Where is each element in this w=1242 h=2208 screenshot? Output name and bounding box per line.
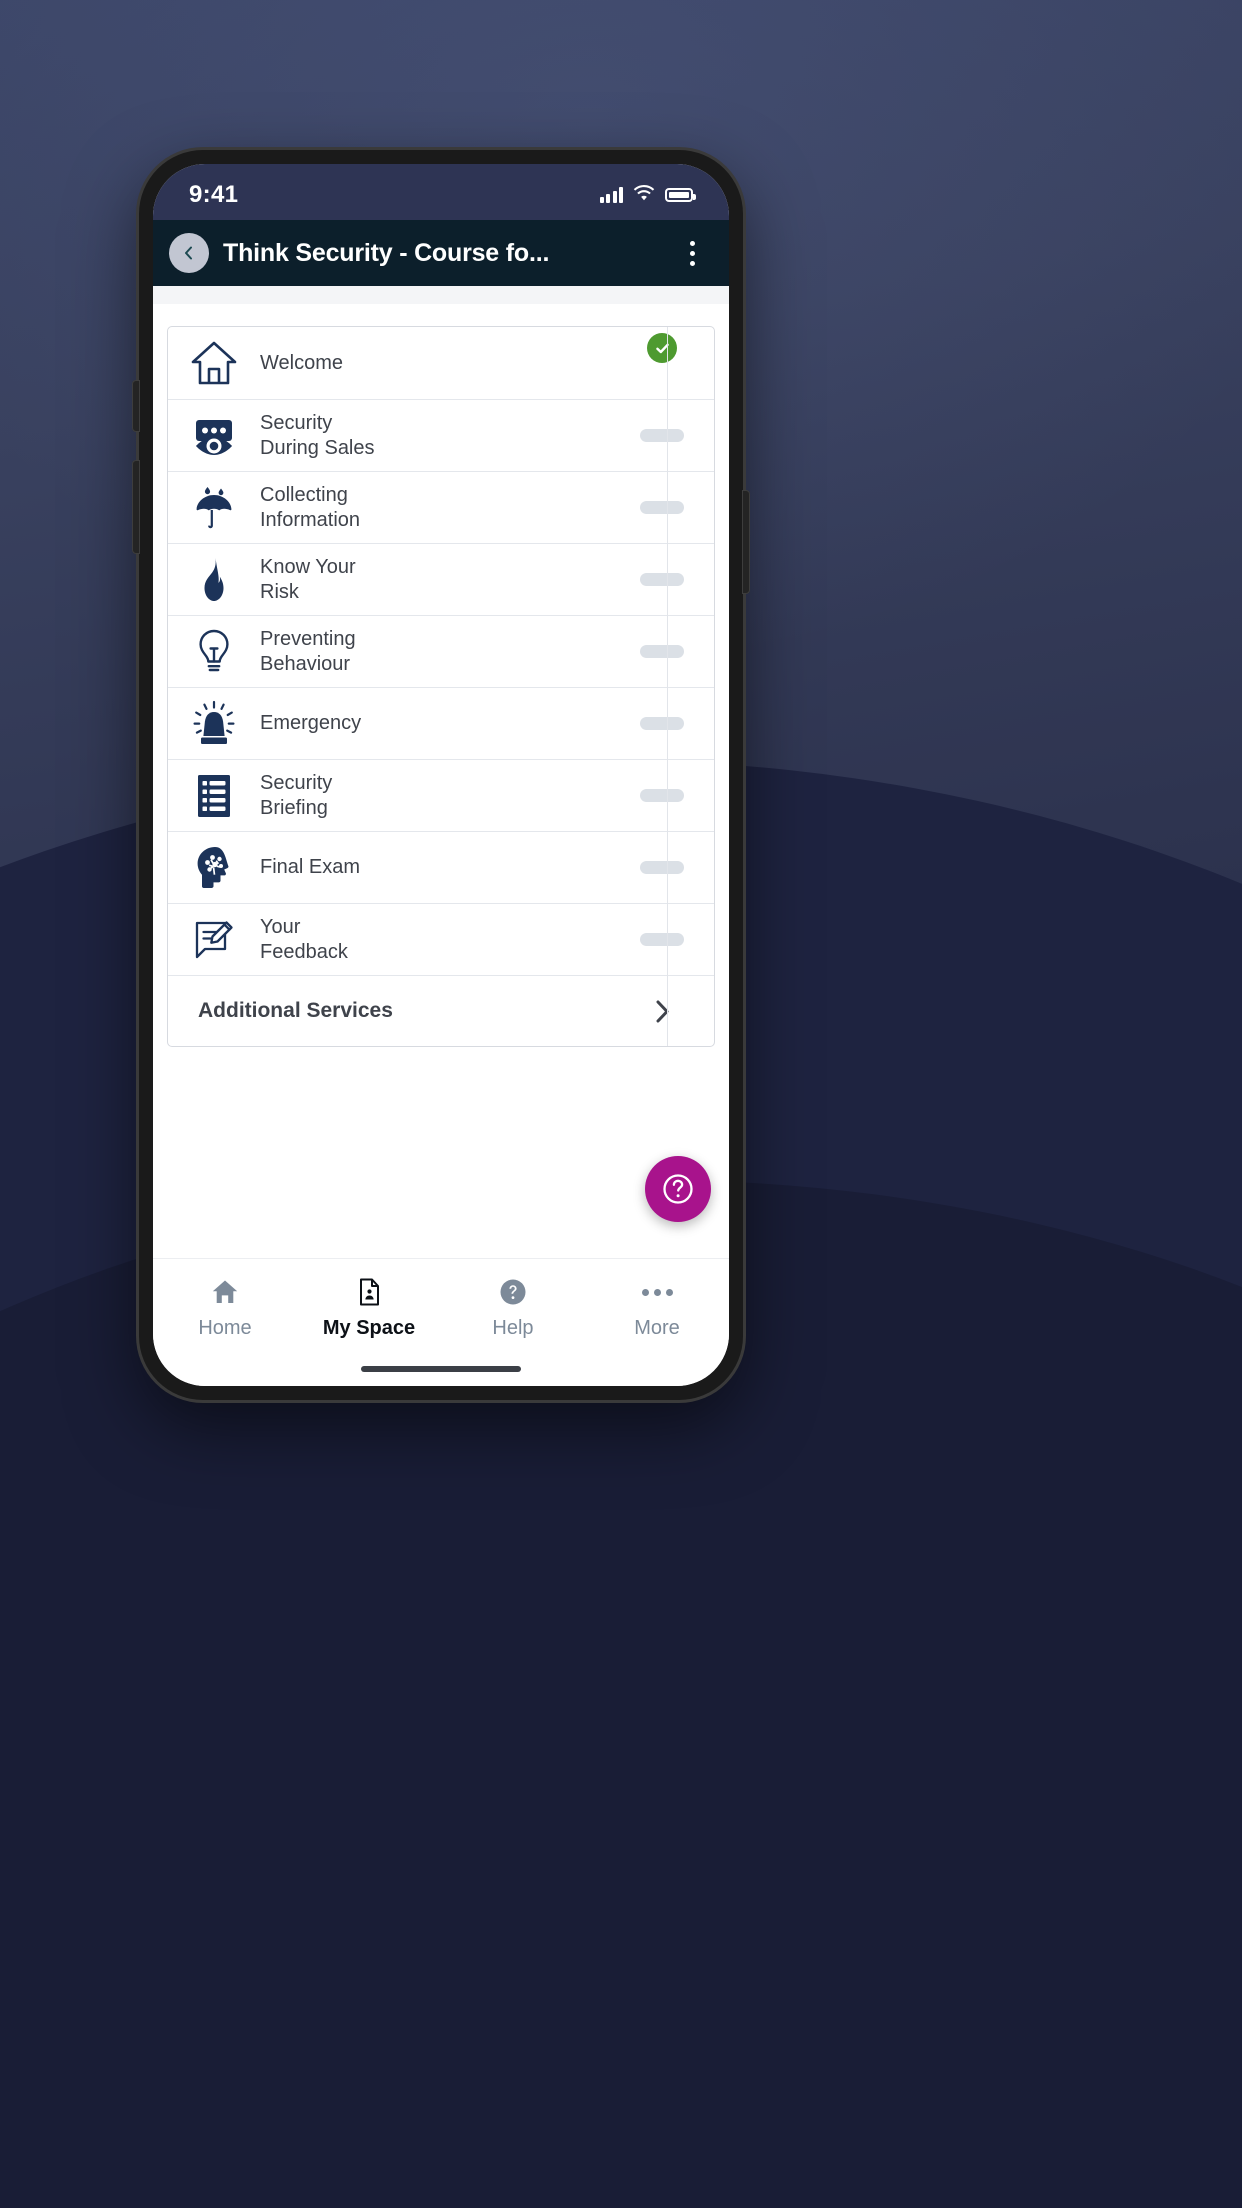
- nav-item-help[interactable]: Help: [441, 1275, 585, 1340]
- status-badge: [618, 789, 714, 802]
- status-badge: [618, 501, 714, 514]
- phone-button-power[interactable]: [742, 490, 750, 594]
- umbrella-rain-icon: [168, 482, 260, 534]
- status-badge: [618, 333, 714, 393]
- list-item[interactable]: Emergency: [168, 688, 714, 760]
- home-icon: [210, 1275, 240, 1309]
- list-item-label: Emergency: [260, 712, 362, 734]
- head-brain-icon: [168, 842, 260, 894]
- status-badge: [618, 645, 714, 658]
- nav-item-home[interactable]: Home: [153, 1275, 297, 1340]
- chevron-right-icon: [618, 999, 714, 1024]
- status-badge: [618, 429, 714, 442]
- lightbulb-icon: [168, 626, 260, 678]
- list-item-label: Welcome: [260, 351, 343, 374]
- wallpaper-backdrop: 9:41 Think Security - Course fo... Welco…: [0, 0, 1242, 2208]
- chevron-left-icon: [181, 245, 197, 261]
- list-item[interactable]: Know Your Risk: [168, 544, 714, 616]
- status-badge: [618, 573, 714, 586]
- nav-label: My Space: [322, 1317, 416, 1339]
- nav-label: More: [634, 1317, 680, 1339]
- list-item[interactable]: Final Exam: [168, 832, 714, 904]
- list-item-label: Security During Sales: [260, 411, 375, 459]
- status-badge: [618, 933, 714, 946]
- siren-beacon-icon: [168, 698, 260, 750]
- status-badge: [618, 861, 714, 874]
- ellipsis-icon: [641, 1275, 673, 1309]
- help-fab-button[interactable]: [645, 1156, 711, 1222]
- phone-button-silent[interactable]: [132, 380, 140, 432]
- phone-screen: 9:41 Think Security - Course fo... Welco…: [153, 164, 729, 1386]
- list-item[interactable]: Preventing Behaviour: [168, 616, 714, 688]
- course-module-list: Welcome Security During Sales Collecting…: [167, 326, 715, 1047]
- progress-pill: [640, 789, 684, 802]
- list-item-label: Your Feedback: [260, 915, 348, 963]
- list-item[interactable]: Your Feedback: [168, 904, 714, 976]
- list-item[interactable]: Welcome: [168, 327, 714, 400]
- list-item[interactable]: Collecting Information: [168, 472, 714, 544]
- kebab-menu-icon[interactable]: [675, 233, 709, 273]
- checklist-icon: [168, 770, 260, 822]
- progress-pill: [640, 501, 684, 514]
- progress-pill: [640, 717, 684, 730]
- eye-password-icon: [168, 410, 260, 462]
- signal-bars-icon: [599, 187, 623, 203]
- check-circle-icon: [647, 333, 677, 363]
- home-indicator-bar[interactable]: [361, 1366, 521, 1372]
- status-bar-clock: 9:41: [189, 181, 239, 208]
- house-icon: [168, 337, 260, 389]
- battery-full-icon: [665, 188, 696, 202]
- list-item[interactable]: Security During Sales: [168, 400, 714, 472]
- back-button[interactable]: [169, 233, 209, 273]
- nav-item-more[interactable]: More: [585, 1275, 729, 1340]
- list-item-label: Security Briefing: [260, 771, 333, 819]
- phone-button-volume[interactable]: [132, 460, 140, 554]
- list-item-label: Know Your Risk: [260, 555, 356, 603]
- status-badge: [618, 717, 714, 730]
- feedback-pencil-icon: [168, 914, 260, 966]
- app-content-area: Welcome Security During Sales Collecting…: [153, 286, 729, 1258]
- id-document-icon: [354, 1275, 384, 1309]
- progress-pill: [640, 573, 684, 586]
- status-bar: 9:41: [153, 164, 729, 220]
- list-item-label: Preventing Behaviour: [260, 627, 356, 675]
- status-bar-icons: [599, 184, 696, 206]
- nav-label: Help: [492, 1317, 534, 1339]
- nav-item-my-space[interactable]: My Space: [297, 1275, 441, 1340]
- app-header-bar: Think Security - Course fo...: [153, 220, 729, 286]
- additional-services-row[interactable]: Additional Services: [168, 976, 714, 1046]
- wifi-icon: [633, 184, 655, 206]
- content-sheet: Welcome Security During Sales Collecting…: [153, 304, 729, 1258]
- list-item[interactable]: Security Briefing: [168, 760, 714, 832]
- nav-label: Home: [198, 1317, 252, 1339]
- help-circle-icon: [499, 1275, 527, 1309]
- additional-services-label: Additional Services: [198, 999, 393, 1022]
- flame-icon: [168, 554, 260, 606]
- question-circle-icon: [659, 1170, 697, 1208]
- list-item-label: Collecting Information: [260, 483, 361, 531]
- page-title: Think Security - Course fo...: [223, 238, 550, 267]
- phone-mockup: 9:41 Think Security - Course fo... Welco…: [132, 150, 750, 1400]
- progress-pill: [640, 429, 684, 442]
- list-item-label: Final Exam: [260, 856, 361, 878]
- progress-pill: [640, 933, 684, 946]
- progress-pill: [640, 645, 684, 658]
- progress-pill: [640, 861, 684, 874]
